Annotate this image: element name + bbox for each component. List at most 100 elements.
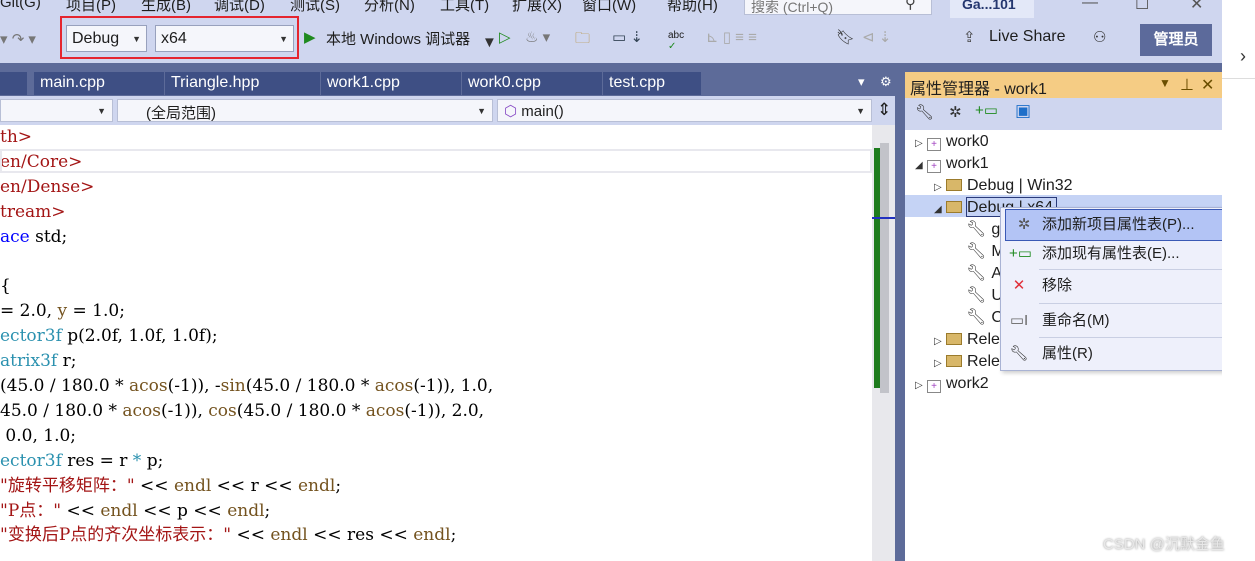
menu-project[interactable]: 项目(P) [66, 0, 116, 15]
undo-icon[interactable]: ▾ ↷ ▾ [0, 30, 36, 48]
tree-item-folder[interactable]: ▷ Rele [934, 351, 1000, 373]
tree-item-project[interactable]: ◢ + work1 [915, 153, 989, 175]
start-without-debug-icon[interactable]: ▷ [499, 28, 511, 46]
code-token: = 2.0, [0, 301, 58, 322]
tree-item-folder[interactable]: ▷ Rele [934, 329, 1000, 351]
code-token: ; [335, 475, 342, 496]
tab-test-cpp[interactable]: test.cpp [603, 72, 701, 95]
menu-test[interactable]: 测试(S) [290, 0, 340, 15]
splitter[interactable] [895, 72, 905, 561]
menu-extensions[interactable]: 扩展(X) [512, 0, 562, 15]
configuration-dropdown[interactable]: Debug ▼ [66, 25, 147, 52]
tree-item-sheet[interactable]: 🔧︎ g [966, 219, 1000, 241]
run-debugger-button[interactable]: 本地 Windows 调试器 [326, 28, 470, 49]
wrench-icon[interactable]: 🔧︎ [915, 103, 934, 121]
tab-hidden[interactable] [0, 72, 27, 95]
tree-item-sheet[interactable]: 🔧︎ M [966, 241, 1005, 263]
code-line: atrix3f r; [0, 349, 77, 374]
code-editor[interactable]: th> en/Core> en/Dense> tream> ace std;{= 2.0… [0, 125, 872, 561]
menu-window[interactable]: 窗口(W) [582, 0, 636, 15]
code-token: (45.0 / 180.0 * [236, 400, 366, 421]
tree-item-sheet[interactable]: 🔧︎ U [966, 285, 1003, 307]
menu-debug[interactable]: 调试(D) [214, 0, 265, 15]
window-title: Ga...101 [950, 0, 1034, 18]
admin-badge[interactable]: 管理员 [1140, 24, 1212, 56]
collapsed-arrow-icon[interactable]: ▷ [915, 133, 927, 155]
project-dropdown[interactable]: ▼ [0, 99, 113, 122]
menu-analyze[interactable]: 分析(N) [364, 0, 415, 15]
code-token: ; [264, 500, 271, 521]
live-share-icon: ⇪ [963, 29, 976, 46]
feedback-icon[interactable]: ⚇ [1093, 28, 1106, 46]
search-input[interactable]: 搜索 (Ctrl+Q) [744, 0, 932, 15]
tree-item-sheet[interactable]: 🔧︎ C [966, 307, 1003, 329]
editor-scrollbar[interactable] [872, 125, 895, 561]
collapsed-arrow-icon[interactable]: ▷ [934, 353, 946, 375]
code-token: "P点：" [0, 500, 62, 521]
tab-work0-cpp[interactable]: work0.cpp [462, 72, 602, 95]
chevron-down-icon[interactable]: ▼ [482, 34, 497, 51]
chevron-down-icon: ▼ [477, 106, 486, 116]
project-icon: + [927, 380, 941, 393]
expanded-arrow-icon[interactable]: ◢ [915, 155, 927, 177]
member-dropdown[interactable]: ⬡ main() ▼ [497, 99, 872, 122]
menu-git[interactable]: Git(G) [0, 0, 41, 11]
maximize-button[interactable]: ☐ [1135, 0, 1149, 14]
code-line: ector3f p(2.0f, 1.0f, 1.0f); [0, 324, 218, 349]
scope-dropdown[interactable]: (全局范围) ▼ [117, 99, 493, 122]
tab-list-icon[interactable]: ▾ [858, 74, 865, 90]
chevron-right-icon[interactable]: › [1240, 46, 1246, 67]
tab-triangle-hpp[interactable]: Triangle.hpp [165, 72, 320, 95]
context-menu-item[interactable]: 🔧︎属性(R)Al [1001, 339, 1255, 369]
bookmark-icon[interactable]: 🔖︎ [836, 28, 855, 46]
live-share-button[interactable]: Live Share [989, 28, 1066, 46]
context-menu-item[interactable]: ▭I 重命名(M) [1001, 306, 1255, 336]
code-token: endl [173, 475, 212, 496]
code-line: th> [0, 125, 32, 150]
menu-build[interactable]: 生成(B) [141, 0, 191, 15]
tab-main-cpp[interactable]: main.cpp [34, 72, 164, 95]
collapsed-arrow-icon[interactable]: ▷ [934, 177, 946, 199]
expanded-arrow-icon[interactable]: ◢ [934, 199, 946, 221]
context-menu-item[interactable]: ✕移除De [1001, 271, 1255, 301]
menu-tools[interactable]: 工具(T) [440, 0, 489, 15]
bookmark-prev-icon[interactable]: ⊲ ⇣ [862, 28, 891, 46]
code-line: = 2.0, y = 1.0; [0, 299, 125, 324]
dropdown-icon[interactable]: ▼ [1159, 76, 1171, 90]
wrench-icon: 🔧︎ [966, 309, 987, 326]
new-property-sheet-icon[interactable]: ✲ [949, 103, 962, 121]
pin-icon[interactable]: ⊥ [1180, 75, 1194, 95]
indent-icons[interactable]: ⊾ ▯ ≡ ≡ [706, 28, 757, 46]
code-line: en/Dense> [0, 175, 94, 200]
code-token: p; [141, 450, 164, 471]
scrollbar-thumb[interactable] [880, 143, 889, 393]
split-icon[interactable]: ⇕ [877, 100, 891, 120]
menu-help[interactable]: 帮助(H) [667, 0, 718, 15]
spellcheck-icon[interactable]: abc ✓ [668, 30, 684, 52]
tree-item-folder[interactable]: ▷ Debug | Win32 [934, 175, 1073, 197]
close-icon[interactable]: ✕ [1201, 75, 1214, 95]
method-icon: ⬡ [504, 103, 518, 120]
tree-item-sheet[interactable]: 🔧︎ A [966, 263, 1002, 285]
gear-icon[interactable]: ⚙ [880, 74, 892, 90]
collapsed-arrow-icon[interactable]: ▷ [934, 331, 946, 353]
collapsed-arrow-icon[interactable]: ▷ [915, 375, 927, 397]
play-icon[interactable]: ▶ [304, 28, 316, 46]
code-token: "变换后P点的齐次坐标表示：" [0, 525, 232, 546]
tree-item-project[interactable]: ▷ + work0 [915, 131, 989, 153]
context-menu-item[interactable]: ✲ 添加新项目属性表(P)... [1005, 209, 1255, 241]
hot-reload-icon[interactable]: ♨ ▾ [525, 28, 550, 46]
close-button[interactable]: ✕ [1190, 0, 1203, 14]
tree-item-project[interactable]: ▷ + work2 [915, 373, 989, 395]
save-icon[interactable]: ▣ [1015, 101, 1031, 121]
find-folder-icon[interactable]: 🗀 [575, 28, 590, 53]
window-layout-icon[interactable]: ▭ ⇣ [612, 28, 643, 46]
tab-work1-cpp[interactable]: work1.cpp [321, 72, 461, 95]
add-existing-icon[interactable]: +▭ [975, 101, 998, 119]
minimize-button[interactable]: — [1082, 0, 1098, 12]
context-menu-item[interactable]: +▭ 添加现有属性表(E)... [1001, 239, 1255, 269]
panel-toolbar: 🔧︎ ✲ +▭ ▣ [905, 98, 1222, 130]
code-token: atrix3f [0, 351, 58, 372]
code-token: endl [227, 500, 265, 521]
platform-dropdown[interactable]: x64 ▼ [155, 25, 294, 52]
